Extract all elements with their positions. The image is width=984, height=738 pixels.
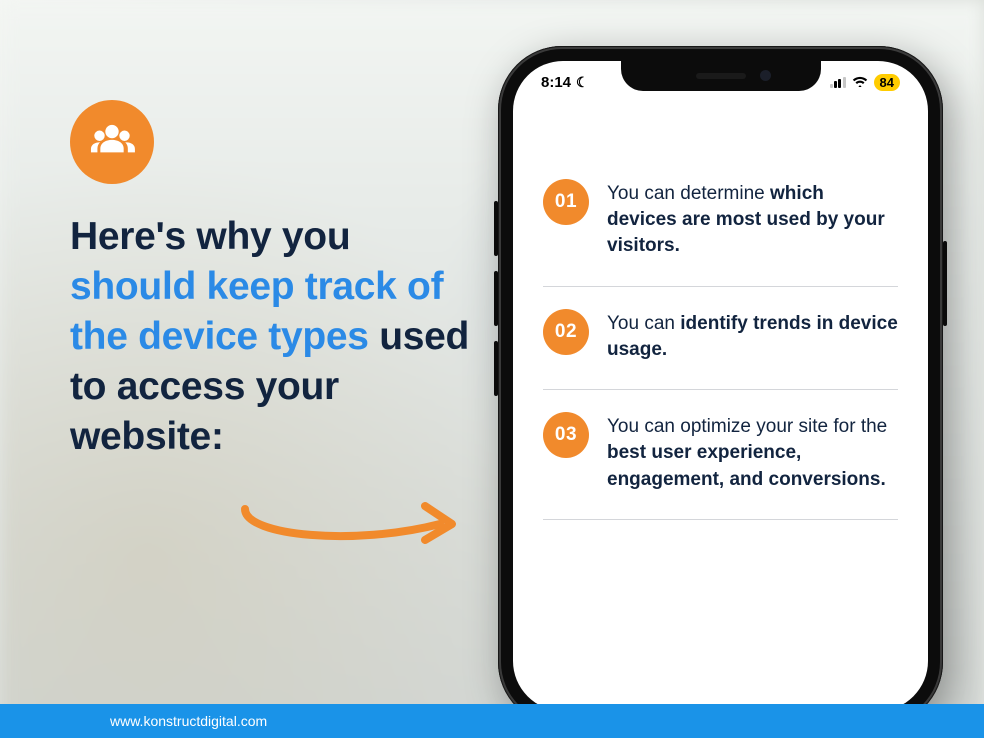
- phone-screen: 8:14 ☾ 84 01: [513, 61, 928, 711]
- arrow-icon: [240, 494, 470, 554]
- users-icon-svg: [87, 117, 137, 167]
- wifi-icon: [852, 74, 868, 91]
- phone-notch: [621, 61, 821, 91]
- divider: [543, 519, 898, 520]
- item-text: You can optimize your site for the best …: [607, 412, 898, 493]
- main-container: Here's why you should keep track of the …: [0, 0, 984, 704]
- status-time: 8:14: [541, 74, 571, 91]
- item-pre: You can determine: [607, 183, 770, 204]
- status-left: 8:14 ☾: [541, 74, 589, 91]
- status-right: 84: [830, 74, 900, 91]
- item-pre: You can: [607, 313, 680, 334]
- phone-mockup: 8:14 ☾ 84 01: [498, 46, 943, 726]
- dnd-moon-icon: ☾: [576, 74, 589, 91]
- item-number-badge: 02: [543, 309, 589, 355]
- battery-badge: 84: [874, 74, 900, 91]
- headline-part1: Here's why you: [70, 215, 350, 258]
- item-number-badge: 01: [543, 179, 589, 225]
- item-text: You can identify trends in device usage.: [607, 309, 898, 363]
- cellular-icon: [830, 77, 846, 88]
- reasons-list: 01 You can determine which devices are m…: [513, 103, 928, 520]
- list-item: 02 You can identify trends in device usa…: [543, 287, 898, 389]
- list-item: 03 You can optimize your site for the be…: [543, 390, 898, 519]
- users-icon: [70, 100, 154, 184]
- item-pre: You can optimize your site for the: [607, 416, 887, 437]
- headline: Here's why you should keep track of the …: [70, 212, 470, 462]
- right-column: 8:14 ☾ 84 01: [470, 0, 984, 704]
- footer-url: www.konstructdigital.com: [110, 713, 267, 729]
- footer-bar: www.konstructdigital.com: [0, 704, 984, 738]
- item-number-badge: 03: [543, 412, 589, 458]
- list-item: 01 You can determine which devices are m…: [543, 157, 898, 286]
- item-bold: best user experience, engagement, and co…: [607, 442, 886, 489]
- item-text: You can determine which devices are most…: [607, 179, 898, 260]
- left-column: Here's why you should keep track of the …: [0, 0, 470, 704]
